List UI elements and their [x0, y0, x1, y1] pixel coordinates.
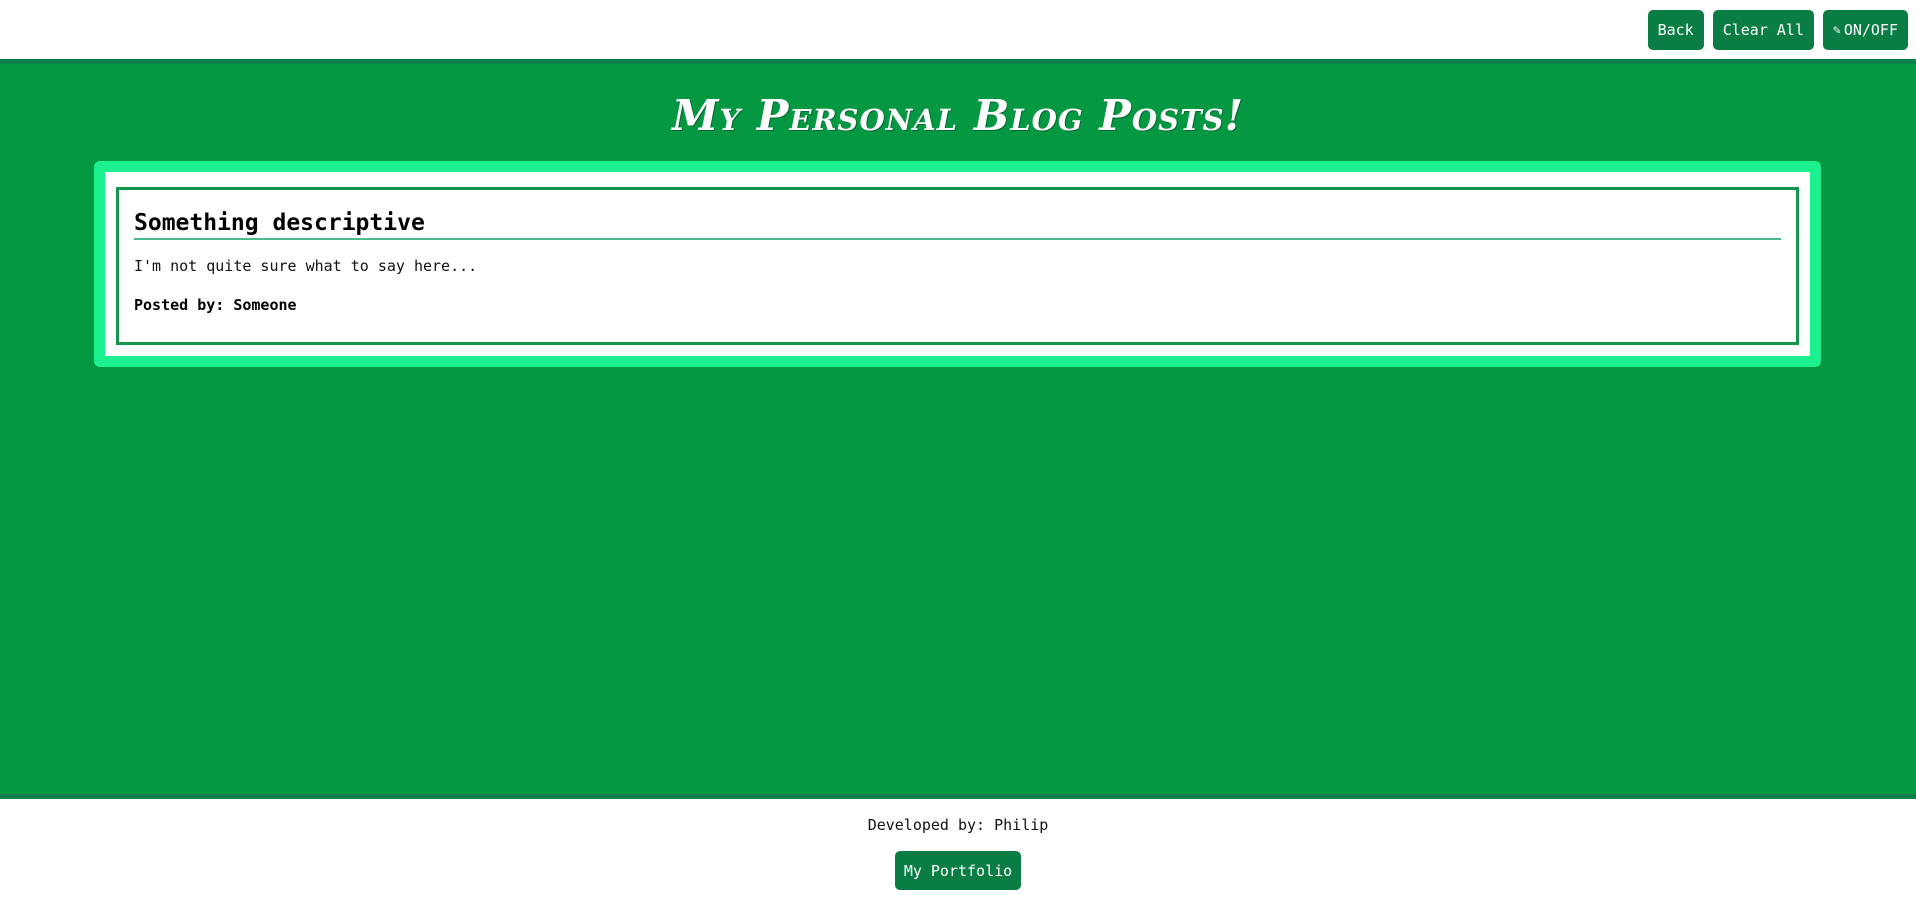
posts-container: Something descriptive I'm not quite sure… [94, 161, 1821, 367]
theme-toggle-button[interactable]: ✎ ON/OFF [1822, 10, 1908, 50]
footer-credit: Developed by: Philip [867, 816, 1049, 834]
pen-icon: ✎ [1832, 22, 1841, 38]
post-title: Something descriptive [134, 210, 1781, 240]
blog-post: Something descriptive I'm not quite sure… [116, 187, 1799, 345]
page-title: My Personal Blog Posts! [671, 91, 1245, 140]
footer: Developed by: Philip My Portfolio [0, 799, 1916, 908]
top-bar: Back Clear All ✎ ON/OFF [0, 0, 1916, 59]
post-author: Posted by: Someone [134, 296, 297, 314]
main-content: My Personal Blog Posts! Something descri… [0, 59, 1916, 799]
clear-all-button[interactable]: Clear All [1712, 10, 1814, 50]
post-content: I'm not quite sure what to say here... [134, 257, 478, 275]
header-actions: Back Clear All ✎ ON/OFF [1647, 10, 1908, 50]
portfolio-button[interactable]: My Portfolio [895, 851, 1021, 890]
back-button[interactable]: Back [1647, 10, 1704, 50]
theme-toggle-label: ON/OFF [1843, 21, 1898, 39]
